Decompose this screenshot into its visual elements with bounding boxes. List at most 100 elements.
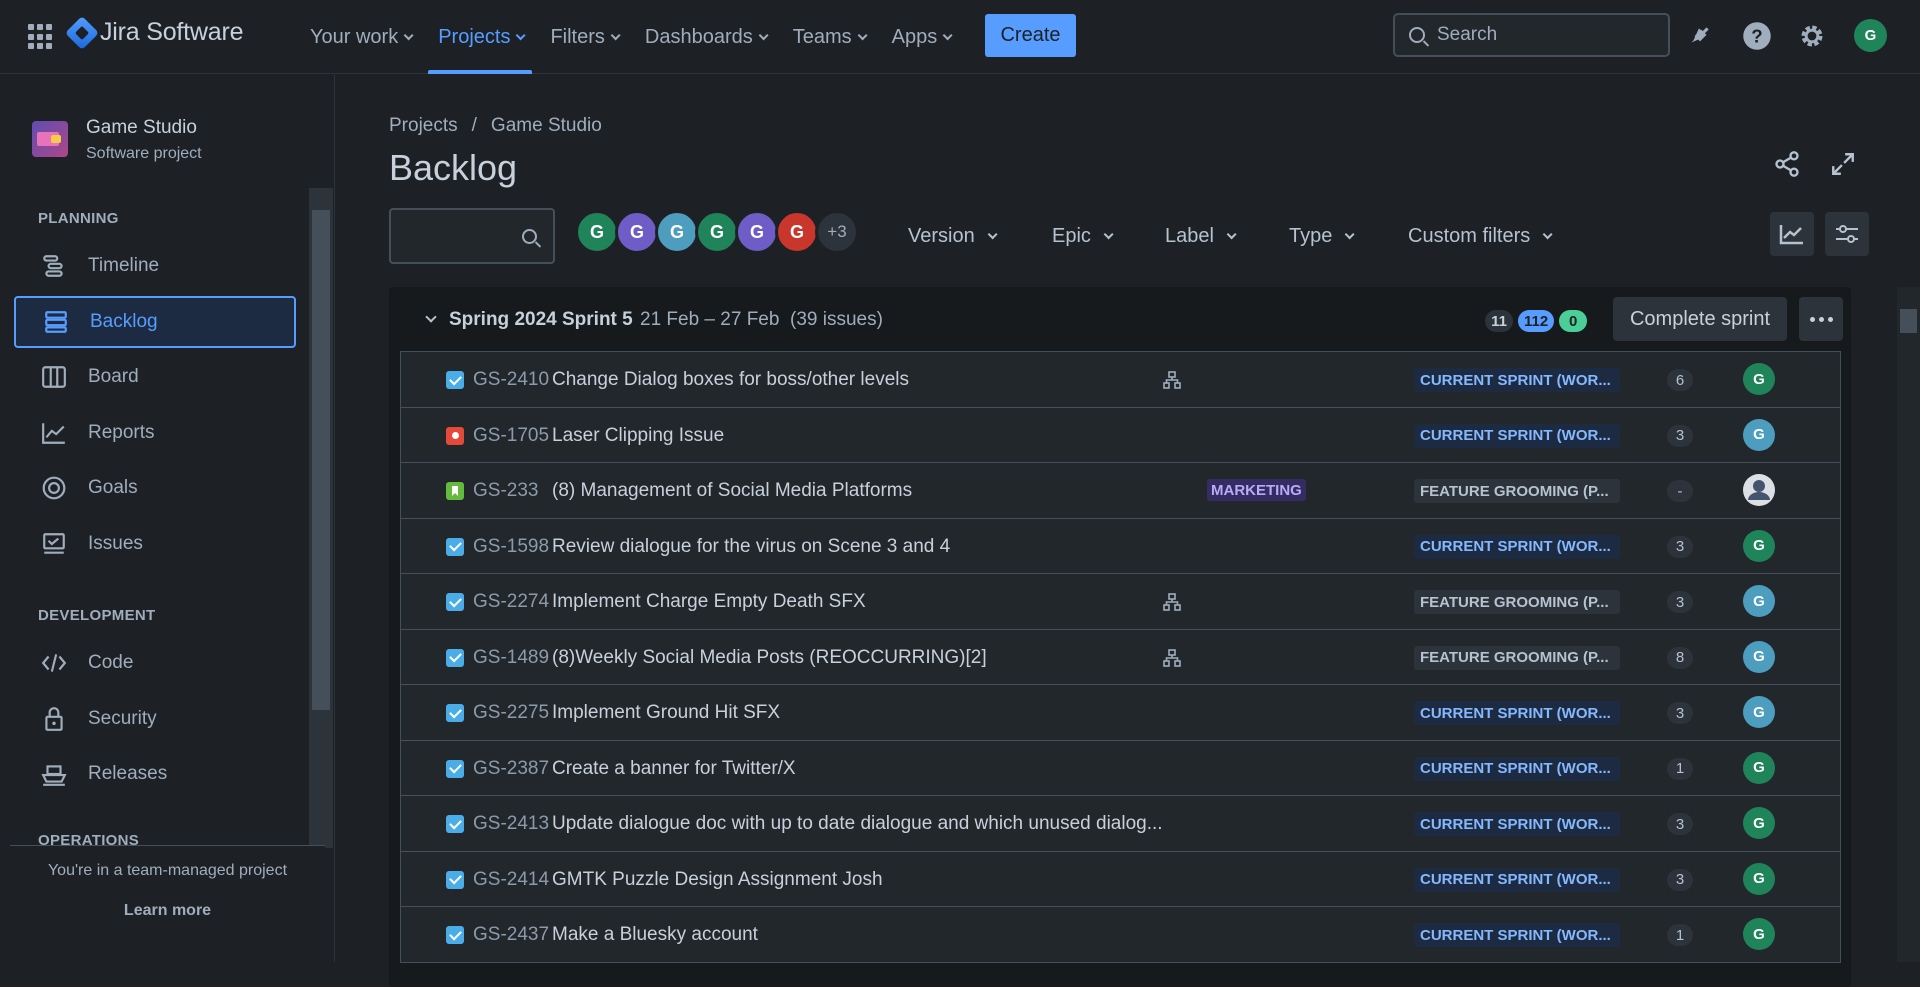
status-dropdown[interactable]: CURRENT SPRINT (WOR... <box>1414 701 1620 725</box>
issue-key[interactable]: GS-2274 <box>473 591 549 613</box>
breadcrumb-projects[interactable]: Projects <box>389 115 458 136</box>
issue-key[interactable]: GS-2413 <box>473 813 549 835</box>
issue-key[interactable]: GS-233 <box>473 480 538 502</box>
jira-logo[interactable]: Jira Software <box>65 15 243 50</box>
issue-row[interactable]: GS-2413 Update dialogue doc with up to da… <box>401 796 1840 852</box>
assignee-filter-avatar[interactable]: G <box>735 210 779 254</box>
version-filter[interactable]: Version <box>908 225 998 248</box>
story-points-badge[interactable]: 1 <box>1667 757 1693 780</box>
assignee-filter-avatar[interactable]: G <box>695 210 739 254</box>
issue-summary[interactable]: Review dialogue for the virus on Scene 3… <box>552 536 950 558</box>
story-points-badge[interactable]: - <box>1667 480 1693 502</box>
sidebar-item-issues[interactable]: Issues <box>14 518 296 570</box>
story-points-badge[interactable]: 3 <box>1667 424 1693 447</box>
user-avatar[interactable]: G <box>1854 19 1887 52</box>
issue-row[interactable]: GS-2274 Implement Charge Empty Death SFX F… <box>401 574 1840 630</box>
issue-row[interactable]: GS-2387 Create a banner for Twitter/X CURR… <box>401 740 1840 796</box>
sidebar-item-timeline[interactable]: Timeline <box>14 240 296 292</box>
issue-key[interactable]: GS-1705 <box>473 425 549 447</box>
nav-dashboards[interactable]: Dashboards <box>635 0 775 74</box>
issue-key[interactable]: GS-2410 <box>473 369 549 391</box>
issue-summary[interactable]: Implement Ground Hit SFX <box>552 702 780 724</box>
issue-key[interactable]: GS-1598 <box>473 536 549 558</box>
sidebar-item-reports[interactable]: Reports <box>14 407 296 459</box>
nav-projects[interactable]: Projects <box>428 0 533 74</box>
issue-key[interactable]: GS-1489 <box>473 647 549 669</box>
status-dropdown[interactable]: FEATURE GROOMING (P... <box>1414 645 1620 670</box>
assignee-avatar[interactable]: G <box>1743 418 1775 451</box>
issue-row[interactable]: GS-2410 Change Dialog boxes for boss/othe… <box>401 352 1840 408</box>
issue-key[interactable]: GS-2387 <box>473 758 549 780</box>
search-input[interactable] <box>1437 24 1657 46</box>
custom-filters[interactable]: Custom filters <box>1408 225 1553 248</box>
more-actions-icon[interactable] <box>1799 297 1843 341</box>
project-header[interactable]: Game Studio Software project <box>32 117 202 163</box>
issue-summary[interactable]: Change Dialog boxes for boss/other level… <box>552 369 909 391</box>
nav-apps[interactable]: Apps <box>882 0 960 74</box>
page-scroll-thumb[interactable] <box>1900 309 1917 333</box>
child-issues-icon[interactable] <box>1163 648 1181 667</box>
assignee-avatar[interactable]: G <box>1743 640 1775 673</box>
assignee-avatar[interactable]: G <box>1743 918 1775 950</box>
status-dropdown[interactable]: FEATURE GROOMING (P... <box>1414 479 1620 503</box>
issue-row[interactable]: GS-2275 Implement Ground Hit SFX CURRENT S… <box>401 685 1840 741</box>
backlog-search-input[interactable] <box>389 208 555 264</box>
assignee-filter-avatar[interactable]: G <box>775 210 819 254</box>
help-icon[interactable]: ? <box>1741 20 1773 52</box>
assignee-avatar[interactable]: G <box>1743 529 1775 562</box>
status-dropdown[interactable]: CURRENT SPRINT (WOR... <box>1414 756 1620 781</box>
story-points-badge[interactable]: 3 <box>1667 535 1693 558</box>
status-dropdown[interactable]: CURRENT SPRINT (WOR... <box>1414 368 1620 392</box>
create-button[interactable]: Create <box>985 14 1076 57</box>
nav-filters[interactable]: Filters <box>540 0 626 74</box>
issue-summary[interactable]: Update dialogue doc with up to date dial… <box>552 813 1163 835</box>
status-dropdown[interactable]: CURRENT SPRINT (WOR... <box>1414 867 1620 892</box>
sidebar-item-code[interactable]: Code <box>14 637 296 689</box>
assignee-avatar[interactable]: G <box>1743 363 1775 395</box>
settings-gear-icon[interactable] <box>1796 20 1828 52</box>
issue-key[interactable]: GS-2275 <box>473 702 549 724</box>
assignee-avatar[interactable]: G <box>1743 862 1775 895</box>
issue-summary[interactable]: Laser Clipping Issue <box>552 425 724 447</box>
story-points-badge[interactable]: 3 <box>1667 868 1693 891</box>
child-issues-icon[interactable] <box>1163 371 1181 389</box>
story-points-badge[interactable]: 3 <box>1667 813 1693 835</box>
issue-key[interactable]: GS-2437 <box>473 924 549 946</box>
story-points-badge[interactable]: 6 <box>1667 369 1693 391</box>
view-settings-button[interactable] <box>1825 212 1869 256</box>
notifications-icon[interactable] <box>1684 20 1716 52</box>
assignee-filter-avatar[interactable]: G <box>655 210 699 254</box>
sidebar-scroll-thumb[interactable] <box>312 210 330 710</box>
search-box[interactable] <box>1393 13 1670 57</box>
child-issues-icon[interactable] <box>1163 593 1181 611</box>
nav-teams[interactable]: Teams <box>783 0 874 74</box>
story-points-badge[interactable]: 3 <box>1667 591 1693 613</box>
issue-summary[interactable]: (8) Management of Social Media Platforms <box>552 480 912 502</box>
status-dropdown[interactable]: CURRENT SPRINT (WOR... <box>1414 812 1620 836</box>
story-points-badge[interactable]: 1 <box>1667 924 1693 946</box>
epic-label[interactable]: MARKETING <box>1207 479 1306 501</box>
assignee-avatar[interactable]: G <box>1743 696 1775 728</box>
issue-row[interactable]: GS-1705 Laser Clipping Issue CURRENT SPRIN… <box>401 407 1840 463</box>
issue-row[interactable]: GS-1598 Review dialogue for the virus on … <box>401 518 1840 574</box>
sidebar-item-goals[interactable]: Goals <box>14 462 296 514</box>
story-points-badge[interactable]: 8 <box>1667 646 1693 669</box>
sidebar-scrollbar[interactable] <box>309 188 333 848</box>
issue-summary[interactable]: Make a Bluesky account <box>552 924 758 946</box>
status-dropdown[interactable]: FEATURE GROOMING (P... <box>1414 590 1620 614</box>
assignee-avatar[interactable]: G <box>1743 585 1775 617</box>
issue-key[interactable]: GS-2414 <box>473 869 549 891</box>
assignee-filter-avatar[interactable]: G <box>575 210 619 254</box>
sidebar-item-security[interactable]: Security <box>14 693 296 745</box>
fullscreen-icon[interactable] <box>1830 151 1856 182</box>
nav-your-work[interactable]: Your work <box>300 0 420 74</box>
status-dropdown[interactable]: CURRENT SPRINT (WOR... <box>1414 423 1620 448</box>
breadcrumb-game-studio[interactable]: Game Studio <box>491 115 602 136</box>
issue-summary[interactable]: (8)Weekly Social Media Posts (REOCCURRIN… <box>552 647 987 669</box>
issue-summary[interactable]: Create a banner for Twitter/X <box>552 758 796 780</box>
label-filter[interactable]: Label <box>1165 225 1237 248</box>
story-points-badge[interactable]: 3 <box>1667 702 1693 724</box>
issue-row[interactable]: GS-2437 Make a Bluesky account CURRENT SPR… <box>401 907 1840 963</box>
assignee-avatar[interactable]: G <box>1743 807 1775 839</box>
learn-more-link[interactable]: Learn more <box>10 902 325 920</box>
